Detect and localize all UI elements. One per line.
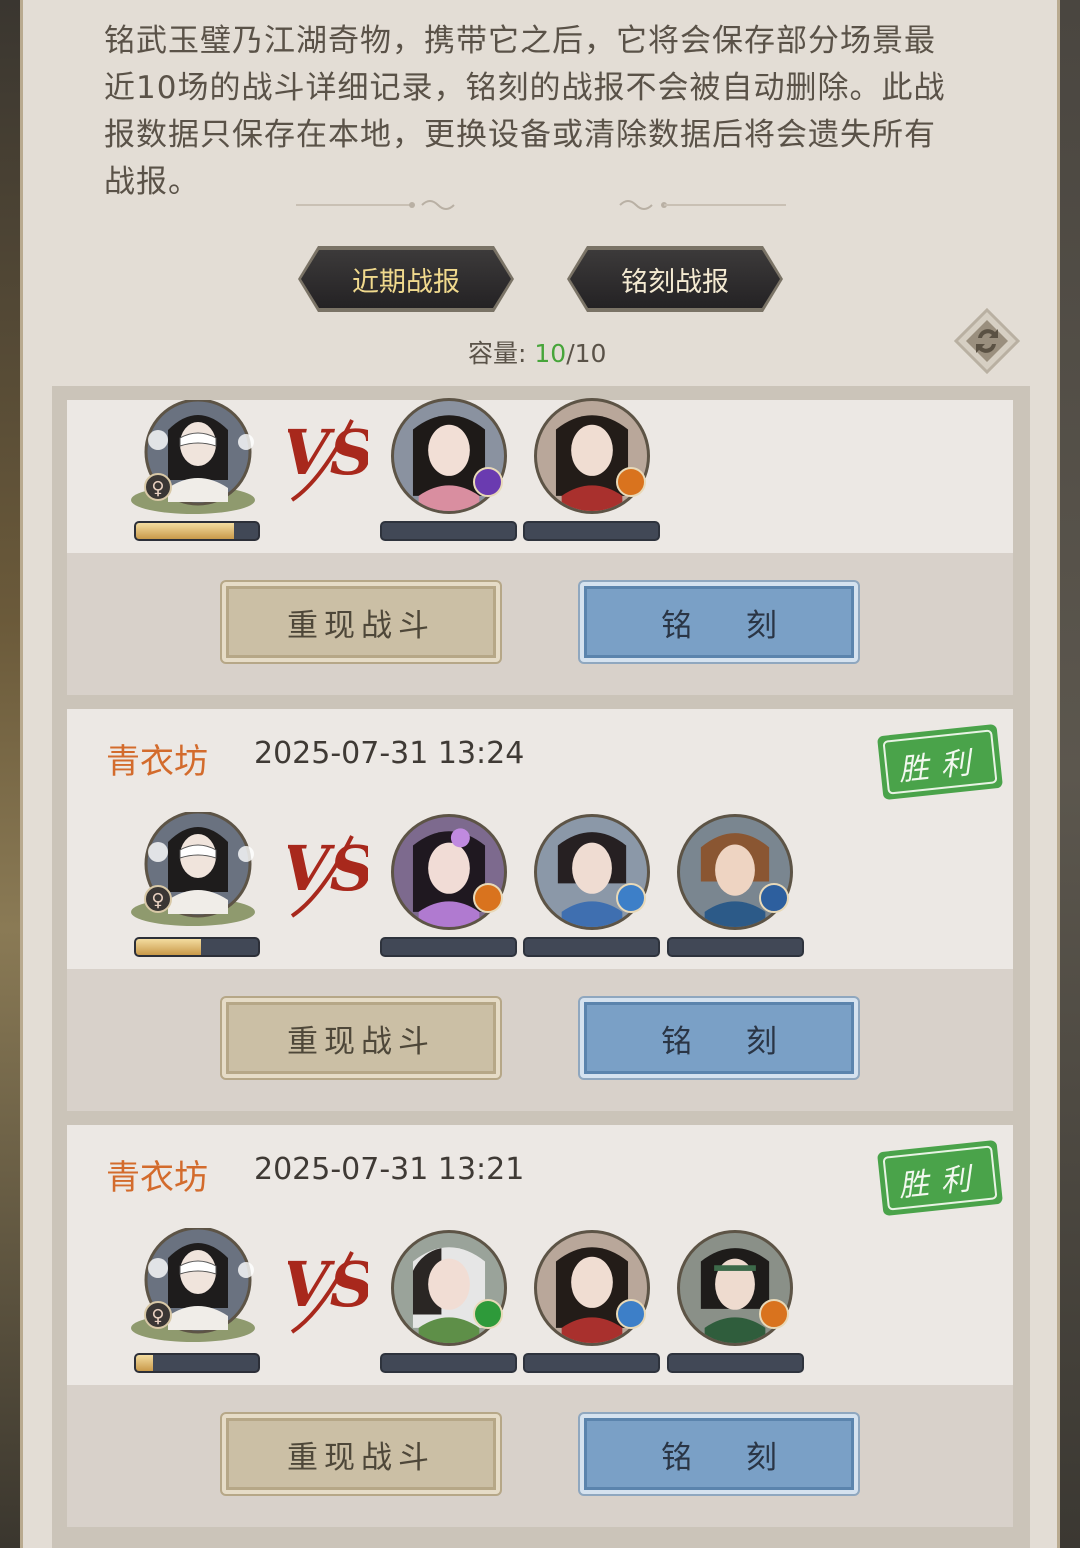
panel-description: 铭武玉璧乃江湖奇物，携带它之后，它将会保存部分场景最近10场的战斗详细记录，铭刻… bbox=[104, 23, 946, 200]
player-hp-bar bbox=[134, 937, 260, 957]
victory-stamp: 胜利 bbox=[877, 1140, 1003, 1216]
player-hp-bar bbox=[134, 521, 260, 541]
battle-location: 青衣坊 bbox=[106, 742, 208, 782]
victory-stamp: 胜利 bbox=[877, 724, 1003, 800]
replay-battle-button[interactable]: 重现战斗 bbox=[222, 1414, 500, 1494]
versus-icon: VS bbox=[288, 416, 368, 502]
battle-time: 2025-07-31 13:24 bbox=[254, 736, 525, 771]
opponent-hp-bar bbox=[667, 1353, 804, 1373]
engrave-button[interactable]: 铭 刻 bbox=[580, 582, 858, 662]
engrave-label: 铭 刻 bbox=[661, 1439, 799, 1476]
engrave-label: 铭 刻 bbox=[661, 1023, 799, 1060]
svg-text:♀: ♀ bbox=[151, 1306, 164, 1327]
capacity-label: 容量: bbox=[468, 339, 527, 368]
player-hp-bar bbox=[134, 1353, 260, 1373]
player-avatar[interactable]: ♀ bbox=[128, 400, 258, 520]
battle-time: 2025-07-31 13:21 bbox=[254, 1152, 525, 1187]
tab-recent-label: 近期战报 bbox=[352, 266, 460, 298]
capacity-max: 10 bbox=[574, 339, 607, 368]
tab-recent-reports[interactable]: 近期战报 bbox=[301, 250, 511, 308]
replay-battle-label: 重现战斗 bbox=[287, 1023, 435, 1060]
tab-engraved-reports[interactable]: 铭刻战报 bbox=[570, 250, 780, 308]
replay-battle-label: 重现战斗 bbox=[287, 607, 435, 644]
opponent-hp-bar bbox=[380, 1353, 517, 1373]
versus-icon: VS bbox=[288, 1248, 368, 1334]
opponent-hp-bar bbox=[523, 1353, 660, 1373]
fist-badge-icon bbox=[759, 1299, 789, 1329]
player-avatar[interactable]: ♀ bbox=[128, 1228, 258, 1348]
replay-battle-button[interactable]: 重现战斗 bbox=[222, 582, 500, 662]
opponent-hp-bar bbox=[380, 937, 517, 957]
engrave-button[interactable]: 铭 刻 bbox=[580, 1414, 858, 1494]
replay-battle-button[interactable]: 重现战斗 bbox=[222, 998, 500, 1078]
ornament-divider bbox=[296, 200, 786, 210]
battle-location: 青衣坊 bbox=[106, 1158, 208, 1198]
spear-badge-icon bbox=[759, 883, 789, 913]
arrow-badge-icon bbox=[473, 1299, 503, 1329]
opponent-hp-bar bbox=[667, 937, 804, 957]
sword-badge-icon bbox=[473, 467, 503, 497]
replay-battle-label: 重现战斗 bbox=[287, 1439, 435, 1476]
player-avatar[interactable]: ♀ bbox=[128, 812, 258, 932]
blade-badge-icon bbox=[616, 883, 646, 913]
engrave-label: 铭 刻 bbox=[661, 607, 799, 644]
capacity-indicator: 容量: 10/10 bbox=[468, 334, 606, 370]
opponent-hp-bar bbox=[380, 521, 517, 541]
svg-text:♀: ♀ bbox=[151, 478, 164, 499]
refresh-icon[interactable] bbox=[954, 308, 1020, 374]
opponent-hp-bar bbox=[523, 521, 660, 541]
engrave-button[interactable]: 铭 刻 bbox=[580, 998, 858, 1078]
tab-engraved-label: 铭刻战报 bbox=[621, 266, 729, 298]
blade-badge-icon bbox=[616, 1299, 646, 1329]
svg-text:VS: VS bbox=[288, 1248, 368, 1321]
svg-text:♀: ♀ bbox=[151, 890, 164, 911]
capacity-separator: / bbox=[566, 339, 575, 368]
fist-badge-icon bbox=[473, 883, 503, 913]
fist-badge-icon bbox=[616, 467, 646, 497]
svg-text:VS: VS bbox=[288, 416, 368, 489]
capacity-current: 10 bbox=[534, 339, 567, 368]
versus-icon: VS bbox=[288, 832, 368, 918]
svg-text:VS: VS bbox=[288, 832, 368, 905]
opponent-hp-bar bbox=[523, 937, 660, 957]
